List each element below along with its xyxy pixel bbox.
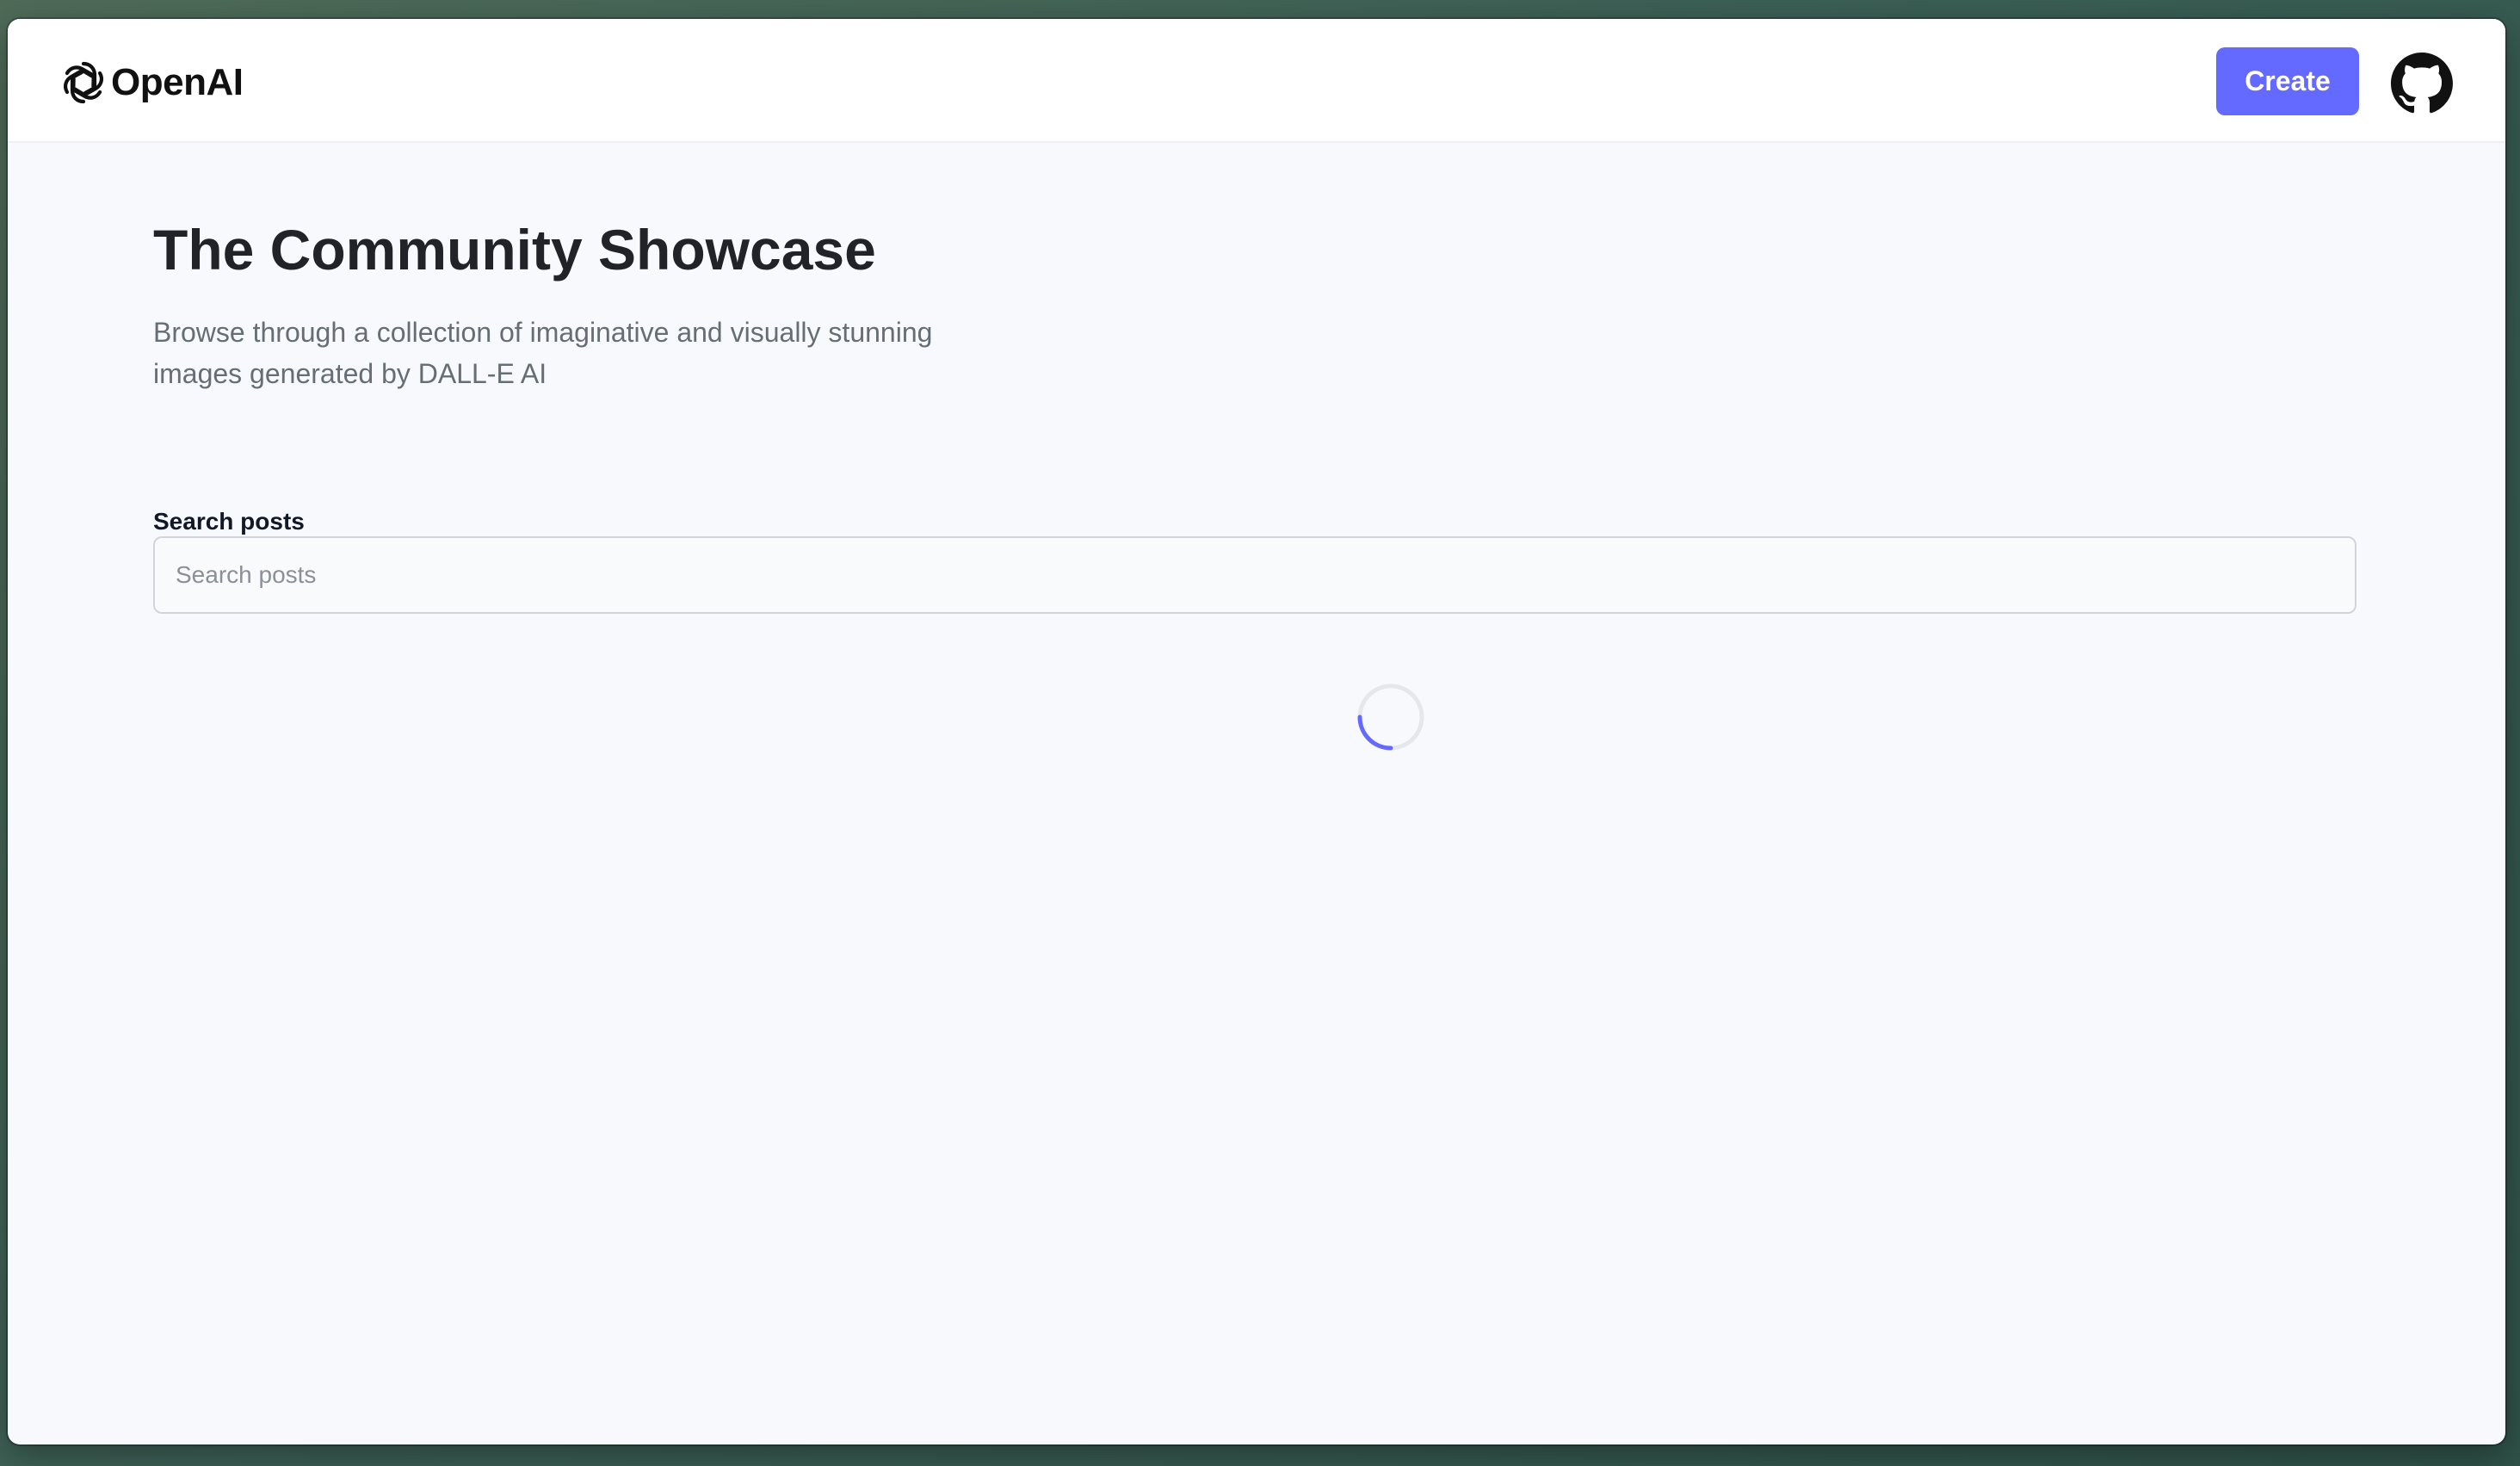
github-icon [2391,53,2453,114]
logo-text: OpenAI [111,61,244,103]
github-link[interactable] [2391,53,2453,114]
page-title: The Community Showcase [153,218,876,281]
page-subtitle: Browse through a collection of imaginati… [153,317,933,389]
openai-logo-icon [63,61,104,104]
search-input[interactable] [153,536,2356,614]
loading-spinner [1357,684,1424,751]
create-button[interactable]: Create [2216,47,2359,115]
search-label: Search posts [153,508,305,535]
browser-window: OpenAI Create The Community Showcase Bro… [8,19,2505,1444]
top-navbar: OpenAI Create [8,19,2505,143]
openai-logo-link[interactable]: OpenAI [59,57,244,108]
